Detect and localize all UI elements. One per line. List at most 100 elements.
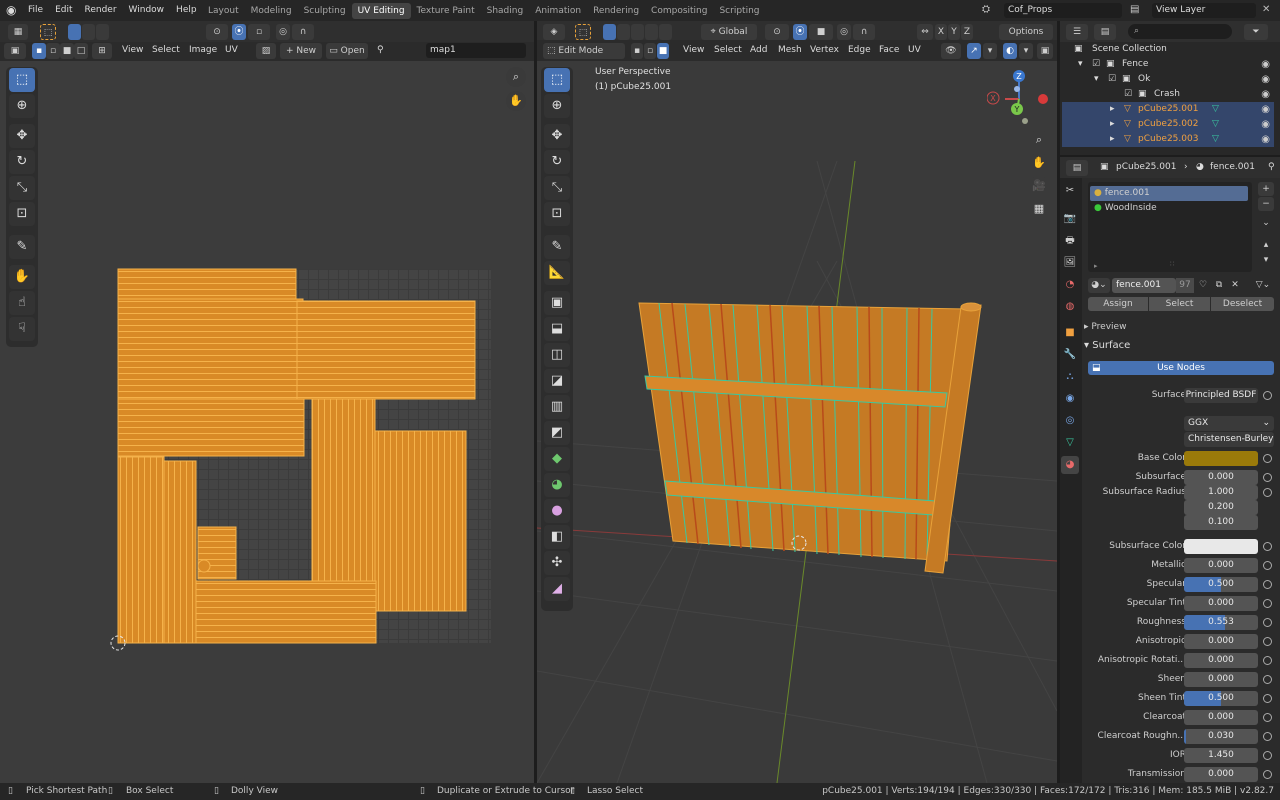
close-icon[interactable]: ✕ [1262,4,1270,15]
tab-scripting[interactable]: Scripting [713,3,765,19]
edge-mode-button[interactable]: ▫ [644,43,656,59]
uv-island[interactable] [296,300,476,400]
material-name-field[interactable]: fence.001 [1112,278,1176,293]
fence-mesh[interactable] [537,61,1057,783]
view-layer-tab-icon[interactable]: 🖼 [1061,254,1079,272]
uv-island[interactable] [374,430,467,612]
property-value-field[interactable]: 0.200 [1184,500,1258,515]
move-slot-up-button[interactable]: ▴ [1258,238,1274,252]
socket-link-icon[interactable] [1263,637,1272,646]
property-value-field[interactable]: 1.450 [1184,748,1258,763]
uv-island[interactable] [117,456,165,644]
outliner-search-input[interactable]: ⌕ [1128,24,1232,39]
socket-link-icon[interactable] [1263,488,1272,497]
viewport-falloff-dropdown[interactable]: ∩ [853,24,875,40]
viewport-select-extend[interactable] [617,24,630,40]
base-color-swatch[interactable] [1184,451,1258,466]
pivot-point-dropdown[interactable]: ⊙ [206,24,228,40]
property-value-field[interactable]: 0.000 [1184,634,1258,649]
surface-shader-dropdown[interactable]: Principled BSDF [1184,388,1258,403]
outliner-row[interactable]: ▸ ▽ pCube25.002 ▽ ◉ [1062,117,1274,132]
property-value-field[interactable]: 0.000 [1184,470,1258,485]
overlay-toggle[interactable]: ◐ [1003,43,1017,59]
socket-link-icon[interactable] [1263,656,1272,665]
property-value-field[interactable]: 0.000 [1184,558,1258,573]
menu-render[interactable]: Render [79,0,123,21]
edge-select-mode[interactable]: ▫ [46,43,60,59]
mode-dropdown[interactable]: ⬚ Edit Mode [543,43,625,59]
vp-transform-tool-icon[interactable]: ⊡ [544,202,570,226]
loop-cut-tool-icon[interactable]: ▥ [544,395,570,419]
duplicate-material-icon[interactable]: ⧉ [1212,278,1226,293]
socket-link-icon[interactable] [1263,391,1272,400]
inset-tool-icon[interactable]: ◫ [544,343,570,367]
preview-panel-header[interactable]: ▸ Preview [1084,320,1274,335]
eye-icon[interactable]: ◉ [1261,57,1270,72]
socket-link-icon[interactable] [1263,770,1272,779]
eye-icon[interactable]: ◉ [1261,87,1270,102]
snap-target-dropdown[interactable]: ▫ [248,24,270,40]
new-image-button[interactable]: + New [280,43,322,59]
mirror-x-toggle[interactable]: X [935,24,947,40]
property-value-field[interactable]: 0.100 [1184,515,1258,530]
data-tab-icon[interactable]: ▽ [1061,434,1079,452]
socket-link-icon[interactable] [1263,732,1272,741]
measure-tool-icon[interactable]: 📐 [544,261,570,285]
camera-view-icon[interactable]: 🎥 [1029,176,1049,196]
fake-user-icon[interactable]: ♡ [1196,278,1210,293]
shear-tool-icon[interactable]: ◢ [544,577,570,601]
mirror-y-toggle[interactable]: Y [948,24,960,40]
uv-islands[interactable] [0,61,534,783]
sticky-select-dropdown[interactable]: ⊞ [92,43,112,59]
render-tab-icon[interactable]: 📷 [1061,210,1079,228]
socket-link-icon[interactable] [1263,751,1272,760]
socket-link-icon[interactable] [1263,580,1272,589]
outliner-editor-type[interactable]: ☰ [1066,24,1088,40]
remove-slot-button[interactable]: − [1258,197,1274,211]
tool-tab-icon[interactable]: ✂ [1061,182,1079,200]
island-select-mode[interactable]: □ [74,43,88,59]
property-value-field[interactable]: 0.553 [1184,615,1258,630]
options-dropdown[interactable]: Options [999,24,1053,40]
xray-toggle[interactable]: ▣ [1037,43,1053,59]
socket-link-icon[interactable] [1263,694,1272,703]
socket-link-icon[interactable] [1263,454,1272,463]
viewport-snap-toggle[interactable]: ⦿ [793,24,807,40]
pin-icon[interactable]: ⚲ [377,40,384,61]
select-extend-icon[interactable] [82,24,95,40]
viewport-pivot-dropdown[interactable]: ⊙ [765,24,789,40]
constraints-tab-icon[interactable]: ◎ [1061,412,1079,430]
uv-menu-view[interactable]: View [122,40,143,61]
viewport-editor-type[interactable]: ◈ [543,24,565,40]
menu-window[interactable]: Window [123,0,171,21]
viewport-select-intersect[interactable] [659,24,672,40]
image-browse-button[interactable]: ▨ [256,43,276,59]
vp-menu-select[interactable]: Select [714,40,742,61]
scene-selector[interactable]: Cof_Props [1004,3,1122,18]
user-count-button[interactable]: 97 [1176,278,1194,293]
socket-link-icon[interactable] [1263,675,1272,684]
vertex-mode-button[interactable]: ▪ [631,43,643,59]
vp-menu-mesh[interactable]: Mesh [778,40,802,61]
output-tab-icon[interactable]: 🖶 [1061,232,1079,250]
property-value-field[interactable]: 0.000 [1184,653,1258,668]
eye-icon[interactable]: ◉ [1261,132,1270,147]
outliner-row[interactable]: ▸ ▽ pCube25.001 ▽ ◉ [1062,102,1274,117]
object-breadcrumb[interactable]: pCube25.001 [1116,157,1176,178]
viewport-canvas[interactable]: User Perspective (1) pCube25.001 ⬚ ⊕ ✥ ↻… [537,61,1057,783]
menu-edit[interactable]: Edit [49,0,78,21]
use-nodes-button[interactable]: ⬓ Use Nodes [1088,361,1274,375]
filter-dropdown[interactable]: ⏷ [1244,24,1268,40]
material-slot[interactable]: ● fence.001 [1090,186,1248,201]
view-layer-selector[interactable]: View Layer [1152,3,1256,18]
blender-logo-icon[interactable]: ◉ [6,3,16,17]
uv-island[interactable] [117,398,305,457]
material-slot[interactable]: ● WoodInside [1090,201,1248,216]
unlink-material-icon[interactable]: ✕ [1228,278,1242,293]
viewport-select-tool-icon[interactable]: ⬚ [575,24,591,40]
particles-tab-icon[interactable]: ⛬ [1061,368,1079,386]
vp-menu-vertex[interactable]: Vertex [810,40,839,61]
display-mode-dropdown[interactable]: ▤ [1094,24,1116,40]
vp-menu-face[interactable]: Face [879,40,899,61]
tab-animation[interactable]: Animation [529,3,587,19]
